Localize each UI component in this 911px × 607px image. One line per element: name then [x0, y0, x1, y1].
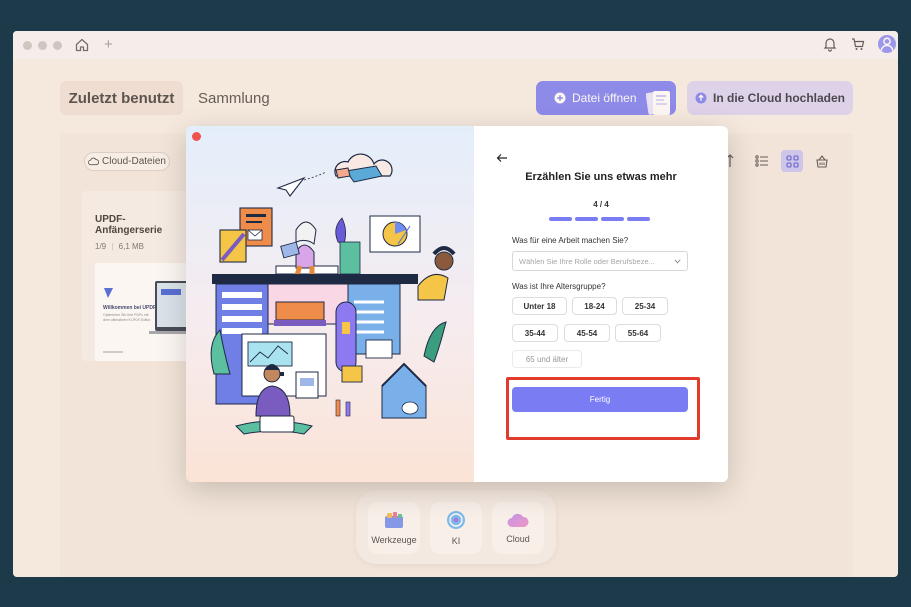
progress-segment — [627, 217, 650, 221]
role-question: Was für eine Arbeit machen Sie? — [512, 236, 629, 245]
age-option[interactable]: 18-24 — [572, 297, 617, 315]
age-question: Was ist Ihre Altersgruppe? — [512, 282, 606, 291]
age-option[interactable]: 25-34 — [622, 297, 668, 315]
illustration-panel — [186, 126, 474, 482]
progress-segment — [575, 217, 598, 221]
age-option[interactable]: 35-44 — [512, 324, 558, 342]
progress-segment — [601, 217, 624, 221]
app-window: + Zuletzt benutzt Sammlung Datei öffnen — [13, 31, 898, 577]
step-progress — [549, 217, 650, 221]
highlight-annotation — [506, 377, 700, 440]
onboarding-illustration — [210, 153, 456, 435]
role-placeholder: Wählen Sie Ihre Rolle oder Berufsbeze... — [519, 256, 655, 266]
progress-segment — [549, 217, 572, 221]
age-option[interactable]: Unter 18 — [512, 297, 567, 315]
age-option[interactable]: 45-54 — [564, 324, 610, 342]
age-option[interactable]: 65 und älter — [512, 350, 582, 368]
chevron-down-icon — [674, 258, 681, 263]
step-indicator: 4 / 4 — [593, 200, 609, 209]
age-option[interactable]: 55-64 — [615, 324, 661, 342]
back-arrow-icon[interactable] — [496, 152, 508, 164]
role-select[interactable]: Wählen Sie Ihre Rolle oder Berufsbeze... — [512, 251, 688, 271]
dialog-title: Erzählen Sie uns etwas mehr — [525, 171, 677, 183]
